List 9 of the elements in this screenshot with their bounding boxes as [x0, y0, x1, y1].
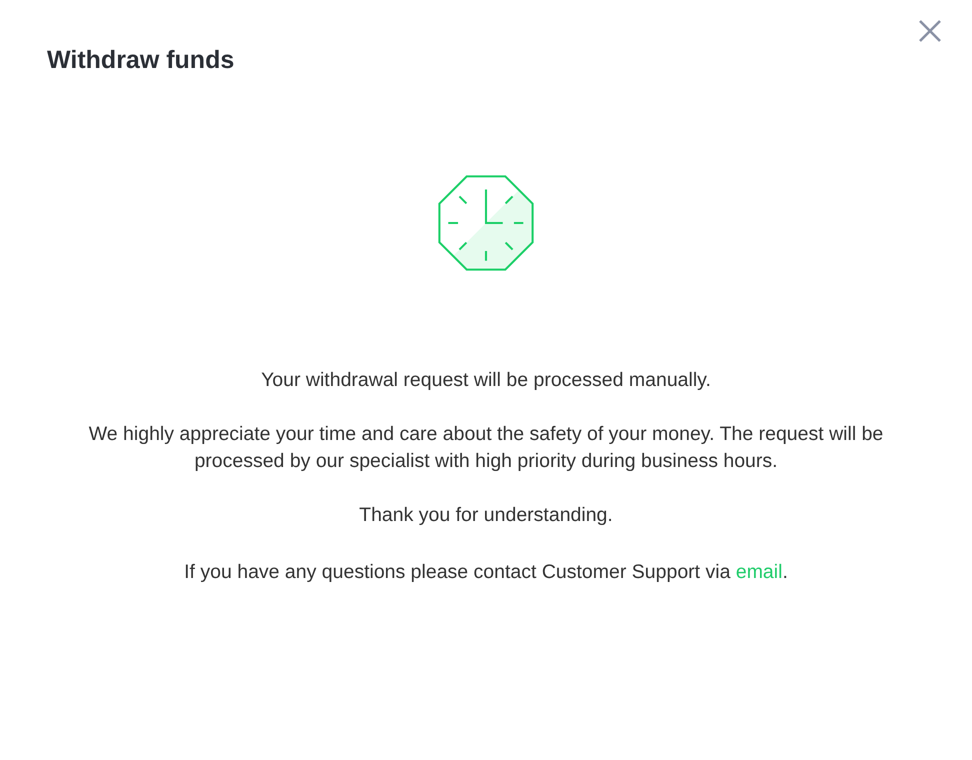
close-icon: [918, 19, 942, 43]
message-text: Thank you for understanding.: [359, 503, 613, 528]
support-text: If you have any questions please contact Customer Support via email.: [184, 560, 788, 585]
message-text: We highly appreciate your time and care about the safety of your money. The request will be processed by our specialist with high priority during business hours.: [88, 422, 884, 474]
dialog-title: Withdraw funds: [47, 45, 234, 76]
close-button[interactable]: [917, 18, 943, 44]
email-link[interactable]: email: [736, 561, 782, 583]
clock-icon: [438, 175, 534, 271]
message-text: Your withdrawal request will be processed manually.: [261, 368, 711, 393]
